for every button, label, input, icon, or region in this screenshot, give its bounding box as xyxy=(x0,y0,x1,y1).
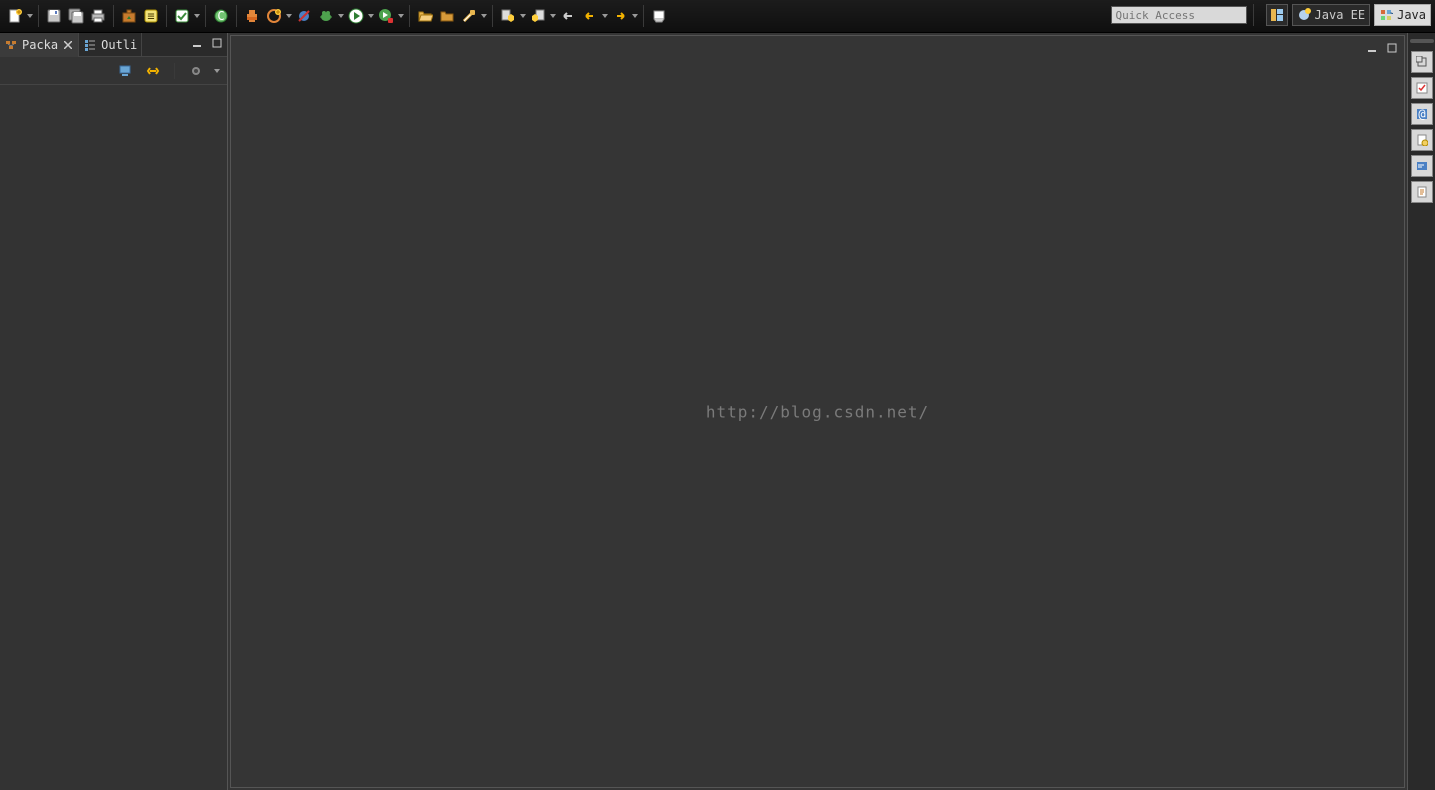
run-icon[interactable] xyxy=(347,7,365,25)
run-dropdown[interactable] xyxy=(367,7,375,25)
right-trim-stack: @ xyxy=(1407,33,1435,790)
maximize-view-icon[interactable] xyxy=(209,35,225,51)
toolbar-right: Java EE J Java xyxy=(1111,4,1431,26)
left-panel: Packa Outli xyxy=(0,33,228,790)
forward-icon[interactable] xyxy=(611,7,629,25)
watermark-text: http://blog.csdn.net/ xyxy=(706,402,929,421)
view-menu-dropdown[interactable] xyxy=(213,62,221,80)
perspective-java[interactable]: J Java xyxy=(1374,4,1431,26)
prev-annotation-dropdown[interactable] xyxy=(549,7,557,25)
perspective-java-label: Java xyxy=(1397,8,1426,22)
save-icon[interactable] xyxy=(45,7,63,25)
problems-view-icon[interactable] xyxy=(1411,181,1433,203)
minimize-view-icon[interactable] xyxy=(189,35,205,51)
focus-task-icon[interactable] xyxy=(187,62,205,80)
new-wizard-dropdown[interactable] xyxy=(26,7,34,25)
javadoc-view-icon[interactable]: @ xyxy=(1411,103,1433,125)
svg-text:J: J xyxy=(1390,8,1393,17)
skip-breakpoints-icon[interactable] xyxy=(295,7,313,25)
debug-run-icon[interactable] xyxy=(317,7,335,25)
build-all-icon[interactable] xyxy=(120,7,138,25)
svg-text:C: C xyxy=(217,9,224,23)
print-icon[interactable] xyxy=(89,7,107,25)
forward-dropdown[interactable] xyxy=(631,7,639,25)
collapse-all-icon[interactable] xyxy=(116,62,134,80)
search-dropdown[interactable] xyxy=(480,7,488,25)
open-folder-icon[interactable] xyxy=(438,7,456,25)
new-task-dropdown[interactable] xyxy=(193,7,201,25)
tab-package-explorer[interactable]: Packa xyxy=(0,33,79,57)
minimize-editor-icon[interactable] xyxy=(1364,40,1380,56)
next-annotation-icon[interactable] xyxy=(499,7,517,25)
tab-outline[interactable]: Outli xyxy=(79,33,142,57)
back-icon[interactable] xyxy=(581,7,599,25)
quick-access-input[interactable] xyxy=(1111,6,1247,24)
prev-annotation-icon[interactable] xyxy=(529,7,547,25)
pin-editor-icon[interactable] xyxy=(650,7,668,25)
run-config-icon[interactable] xyxy=(265,7,283,25)
restore-view-icon[interactable] xyxy=(1411,51,1433,73)
package-explorer-toolbar xyxy=(0,57,227,85)
open-type-icon[interactable]: ≡ xyxy=(142,7,160,25)
svg-text:≡: ≡ xyxy=(147,9,154,23)
declaration-view-icon[interactable] xyxy=(1411,129,1433,151)
perspective-java-ee-label: Java EE xyxy=(1315,8,1366,22)
editor-area: http://blog.csdn.net/ @ xyxy=(228,33,1435,790)
external-tools-dropdown[interactable] xyxy=(397,7,405,25)
svg-text:@: @ xyxy=(1418,108,1425,120)
link-editor-icon[interactable] xyxy=(144,62,162,80)
new-java-class-icon[interactable]: C xyxy=(212,7,230,25)
editor-main[interactable]: http://blog.csdn.net/ xyxy=(230,35,1405,788)
package-explorer-body[interactable] xyxy=(0,85,227,790)
back-dropdown[interactable] xyxy=(601,7,609,25)
console-view-icon[interactable] xyxy=(1411,155,1433,177)
save-all-icon[interactable] xyxy=(67,7,85,25)
view-tab-row: Packa Outli xyxy=(0,33,227,57)
next-annotation-dropdown[interactable] xyxy=(519,7,527,25)
debug-run-dropdown[interactable] xyxy=(337,7,345,25)
trim-handle[interactable] xyxy=(1410,39,1434,43)
close-icon[interactable] xyxy=(62,39,74,51)
open-perspective-button[interactable] xyxy=(1266,4,1288,26)
run-config-dropdown[interactable] xyxy=(285,7,293,25)
main-toolbar: ≡ C xyxy=(0,0,1435,33)
debug-icon[interactable] xyxy=(243,7,261,25)
perspective-java-ee[interactable]: Java EE xyxy=(1292,4,1371,26)
workspace: Packa Outli xyxy=(0,33,1435,790)
new-task-icon[interactable] xyxy=(173,7,191,25)
new-wizard-icon[interactable] xyxy=(6,7,24,25)
search-icon[interactable] xyxy=(460,7,478,25)
tab-package-explorer-label: Packa xyxy=(22,38,58,52)
external-tools-icon[interactable] xyxy=(377,7,395,25)
open-project-icon[interactable] xyxy=(416,7,434,25)
last-edit-icon[interactable] xyxy=(559,7,577,25)
tasks-view-icon[interactable] xyxy=(1411,77,1433,99)
maximize-editor-icon[interactable] xyxy=(1384,40,1400,56)
tab-outline-label: Outli xyxy=(101,38,137,52)
